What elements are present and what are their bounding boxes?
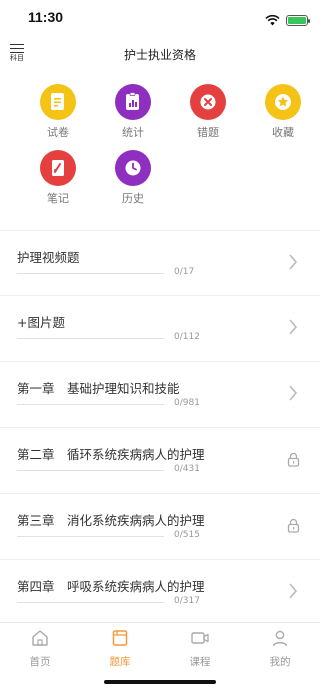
- status-icons: [265, 11, 310, 30]
- chevron-right-icon: [286, 251, 300, 273]
- wifi-icon: [265, 11, 280, 30]
- list-item-count: 0/112: [174, 332, 200, 342]
- feature-wrong-questions[interactable]: 错题: [171, 84, 245, 140]
- battery-icon: [286, 15, 310, 26]
- status-bar: 11:30: [0, 0, 320, 34]
- list-item[interactable]: +图片题 0/112: [0, 296, 320, 362]
- question-list: 护理视频题 0/17 +图片题 0/112 第一章 基础护理知识和技能 0/98…: [0, 230, 320, 626]
- progress-bar: [17, 470, 164, 471]
- exam-paper-icon: [40, 84, 76, 120]
- feature-label: 试卷: [47, 126, 69, 139]
- profile-icon: [270, 629, 290, 651]
- tab-label: 我的: [269, 656, 291, 668]
- progress-bar: [17, 404, 164, 405]
- chevron-right-icon: [286, 316, 300, 338]
- feature-statistics[interactable]: 统计: [96, 84, 170, 140]
- feature-label: 笔记: [47, 192, 69, 205]
- home-icon: [30, 629, 50, 651]
- progress-bar: [17, 536, 164, 537]
- status-time: 11:30: [28, 9, 64, 25]
- course-video-icon: [190, 629, 210, 651]
- feature-row: 笔记 历史: [0, 150, 320, 206]
- tab-label: 课程: [189, 656, 211, 668]
- tab-label: 题库: [109, 656, 131, 668]
- statistics-icon: [115, 84, 151, 120]
- feature-history[interactable]: 历史: [96, 150, 170, 206]
- tab-label: 首页: [29, 656, 51, 668]
- history-clock-icon: [115, 150, 151, 186]
- progress-bar: [17, 338, 164, 339]
- list-item[interactable]: 第三章 消化系统疾病病人的护理 0/515: [0, 494, 320, 560]
- list-item-count: 0/981: [174, 398, 200, 408]
- page-title: 护士执业资格: [123, 48, 196, 62]
- list-item-title: 第三章 消化系统疾病病人的护理: [17, 513, 205, 528]
- home-indicator: [104, 680, 216, 684]
- list-item-count: 0/515: [174, 530, 200, 540]
- feature-favorites[interactable]: 收藏: [246, 84, 320, 140]
- feature-label: 错题: [197, 126, 219, 139]
- tab-profile[interactable]: 我的: [240, 623, 320, 692]
- question-bank-icon: [110, 629, 130, 651]
- tab-home[interactable]: 首页: [0, 623, 80, 692]
- feature-row: 试卷 统计 错题 收藏: [0, 84, 320, 140]
- lock-icon: [286, 448, 300, 470]
- favorites-star-icon: [265, 84, 301, 120]
- list-item-title: 护理视频题: [17, 250, 80, 265]
- list-item-count: 0/17: [174, 267, 195, 277]
- list-item[interactable]: 第二章 循环系统疾病病人的护理 0/431: [0, 428, 320, 494]
- feature-notes[interactable]: 笔记: [21, 150, 95, 206]
- list-item[interactable]: 第四章 呼吸系统疾病病人的护理 0/317: [0, 560, 320, 626]
- list-item-title: 第四章 呼吸系统疾病病人的护理: [17, 579, 205, 594]
- chevron-right-icon: [286, 382, 300, 404]
- list-item-count: 0/431: [174, 464, 200, 474]
- list-item-count: 0/317: [174, 596, 200, 606]
- nav-bar: 科目 护士执业资格: [0, 36, 320, 72]
- list-item[interactable]: 护理视频题 0/17: [0, 230, 320, 296]
- feature-label: 统计: [122, 126, 144, 139]
- lock-icon: [286, 514, 300, 536]
- list-item-title: 第一章 基础护理知识和技能: [17, 381, 180, 396]
- progress-bar: [17, 273, 164, 274]
- feature-label: 历史: [122, 192, 144, 205]
- feature-exam-paper[interactable]: 试卷: [21, 84, 95, 140]
- list-item-title: +图片题: [17, 315, 65, 330]
- notes-icon: [40, 150, 76, 186]
- feature-label: 收藏: [272, 126, 294, 139]
- progress-bar: [17, 602, 164, 603]
- wrong-questions-icon: [190, 84, 226, 120]
- feature-grid: 试卷 统计 错题 收藏 笔记 历史: [0, 84, 320, 206]
- chevron-right-icon: [286, 580, 300, 602]
- list-item[interactable]: 第一章 基础护理知识和技能 0/981: [0, 362, 320, 428]
- list-item-title: 第二章 循环系统疾病病人的护理: [17, 447, 205, 462]
